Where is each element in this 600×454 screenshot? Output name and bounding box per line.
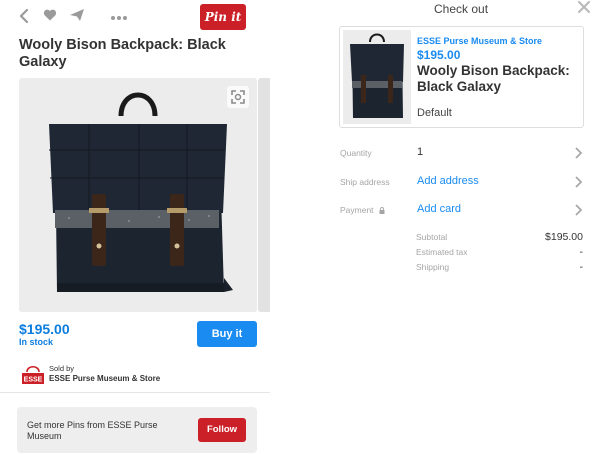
heart-icon[interactable] (40, 8, 60, 26)
shipping-row: Shipping - (416, 261, 584, 277)
checkout-pane: Check out ESSE Purse Museum & Store $195… (329, 0, 600, 454)
chevron-left-icon[interactable] (14, 8, 34, 26)
checkout-price: $195.00 (417, 48, 461, 62)
lock-icon (379, 207, 385, 214)
more-pins-banner: Get more Pins from ESSE Purse Museum Fol… (17, 407, 257, 453)
chevron-right-icon (575, 176, 583, 188)
subtotal-value: $195.00 (545, 231, 583, 243)
more-pins-text: Get more Pins from ESSE Purse Museum (27, 420, 158, 441)
zoom-icon[interactable] (227, 86, 249, 108)
more-dots-icon[interactable] (109, 8, 129, 26)
divider (0, 392, 270, 393)
seller-info[interactable]: ESSE Sold by ESSE Purse Museum & Store (19, 364, 259, 386)
add-card-link[interactable]: Add card (417, 203, 461, 215)
chevron-right-icon (575, 147, 583, 159)
add-address-link[interactable]: Add address (417, 175, 479, 187)
estimated-tax-label: Estimated tax (416, 247, 468, 257)
ship-address-label: Ship address (340, 177, 390, 187)
follow-button[interactable]: Follow (198, 418, 246, 442)
subtotal-row: Subtotal $195.00 (416, 231, 584, 247)
checkout-store-name: ESSE Purse Museum & Store (417, 36, 543, 46)
estimated-tax-row: Estimated tax - (416, 246, 584, 262)
send-icon[interactable] (67, 8, 87, 26)
pin-it-button[interactable]: Pin it (200, 4, 246, 30)
pin-toolbar: Pin it (14, 4, 260, 30)
subtotal-label: Subtotal (416, 232, 448, 242)
sold-by-label: Sold by (49, 364, 75, 373)
payment-label-group: Payment (340, 205, 385, 215)
store-logo: ESSE (22, 365, 44, 384)
chevron-right-icon (575, 204, 583, 216)
svg-text:ESSE: ESSE (24, 377, 43, 384)
quantity-row[interactable]: Quantity 1 (339, 144, 584, 166)
product-price: $195.00 (19, 321, 70, 337)
checkout-title: Check out (434, 2, 489, 16)
stock-status: In stock (19, 337, 54, 347)
payment-label: Payment (340, 205, 374, 215)
product-title: Wooly Bison Backpack: Black Galaxy (19, 37, 226, 70)
order-totals: Subtotal $195.00 Estimated tax - Shippin… (416, 231, 584, 277)
shipping-value: - (579, 261, 584, 273)
next-image-peek[interactable] (258, 78, 270, 312)
quantity-value: 1 (417, 146, 424, 158)
shipping-label: Shipping (416, 262, 450, 272)
ship-address-row[interactable]: Ship address Add address (339, 173, 584, 195)
checkout-product-name: Wooly Bison Backpack: Black Galaxy (417, 63, 570, 94)
product-image[interactable] (19, 78, 257, 312)
seller-name[interactable]: ESSE Purse Museum & Store (49, 374, 160, 383)
checkout-variant: Default (417, 107, 452, 119)
product-thumbnail (343, 30, 411, 124)
checkout-product-card: ESSE Purse Museum & Store $195.00 Wooly … (339, 26, 584, 128)
estimated-tax-value: - (579, 246, 584, 258)
payment-row[interactable]: Payment Add card (339, 201, 584, 223)
buy-it-button[interactable]: Buy it (197, 321, 257, 347)
pin-detail-pane: Pin it Wooly Bison Backpack: Black Galax… (0, 0, 270, 454)
close-icon[interactable] (576, 0, 592, 16)
backpack-image (19, 78, 257, 312)
quantity-label: Quantity (340, 148, 372, 158)
